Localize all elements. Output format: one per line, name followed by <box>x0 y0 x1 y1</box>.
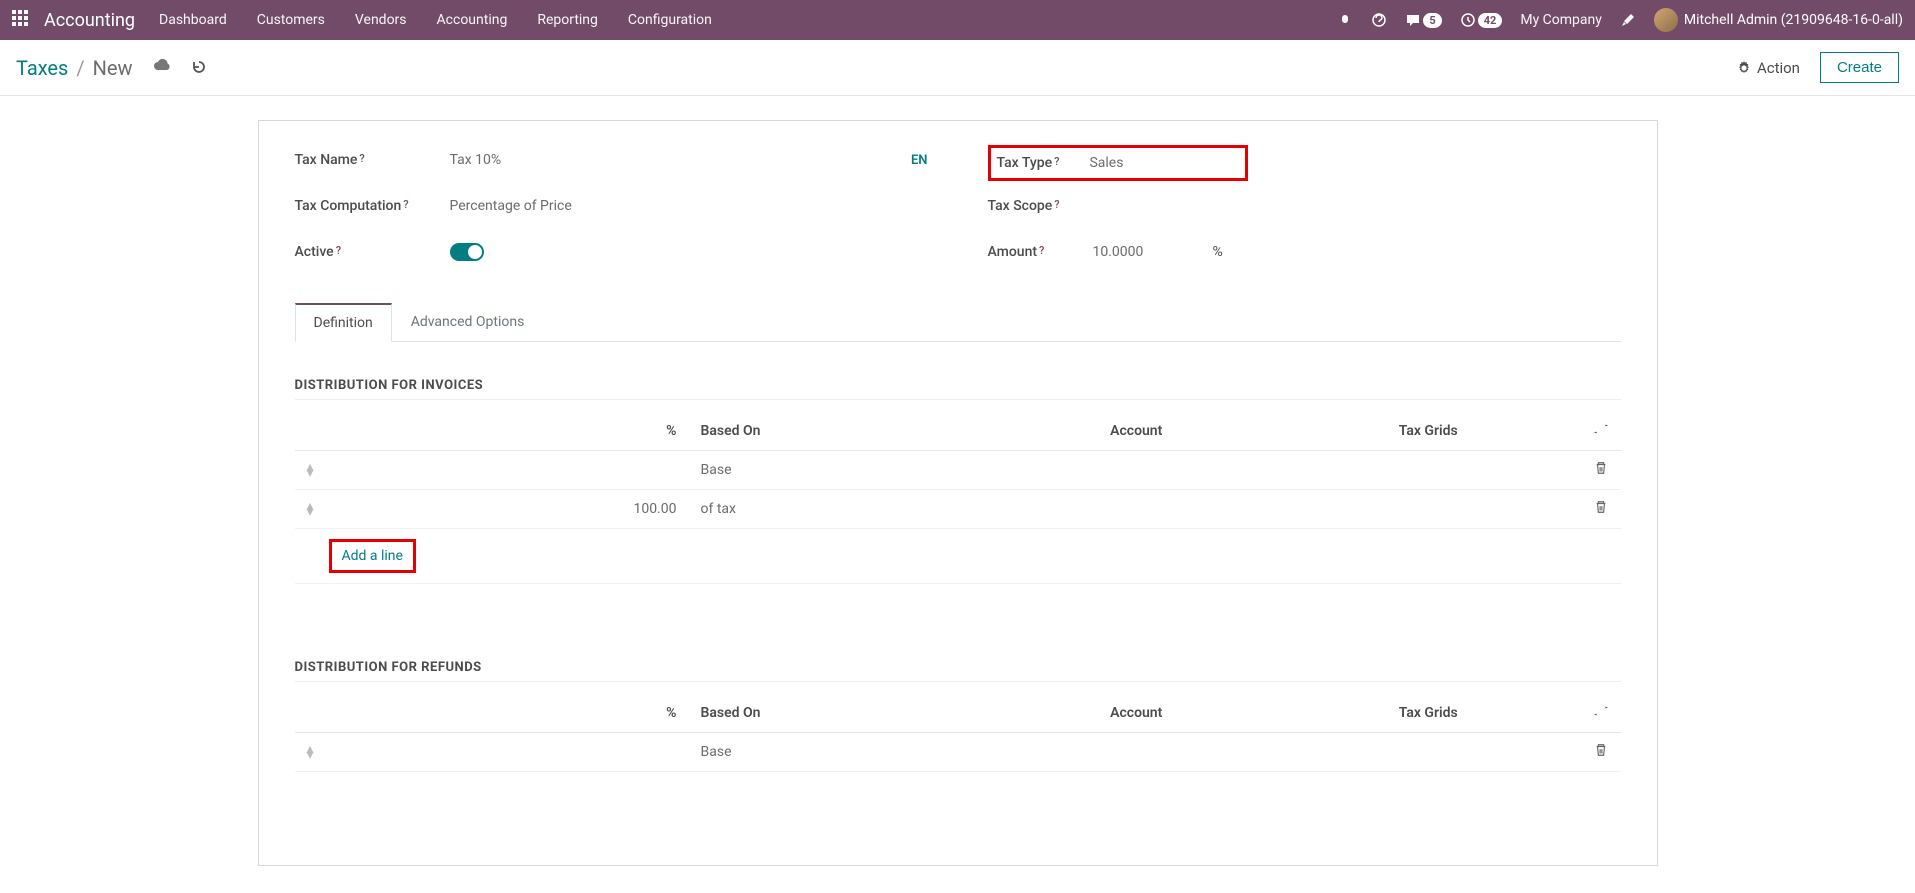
col-based-on[interactable]: Based On <box>689 694 997 733</box>
drag-handle-icon[interactable]: ▴▾ <box>307 746 317 758</box>
lang-button[interactable]: EN <box>911 153 928 168</box>
nav-menu: Dashboard Customers Vendors Accounting R… <box>159 12 712 28</box>
table-row[interactable]: ▴▾ 100.00 of tax <box>295 490 1621 529</box>
amount-unit: % <box>1213 244 1223 260</box>
messages-icon[interactable]: 5 <box>1405 12 1441 28</box>
main-navbar: Accounting Dashboard Customers Vendors A… <box>0 0 1915 40</box>
help-icon[interactable]: ? <box>336 244 341 257</box>
invoices-section-title: DISTRIBUTION FOR INVOICES <box>295 378 1621 400</box>
activities-icon[interactable]: 42 <box>1460 12 1503 28</box>
add-line-button[interactable]: Add a line <box>342 548 403 564</box>
tax-computation-field[interactable]: Percentage of Price <box>450 198 928 214</box>
col-account[interactable]: Account <box>996 694 1276 733</box>
create-button[interactable]: Create <box>1820 52 1899 83</box>
nav-configuration[interactable]: Configuration <box>628 12 712 28</box>
gear-icon <box>1737 61 1751 75</box>
cloud-unsaved-icon[interactable] <box>153 56 171 80</box>
activities-badge: 42 <box>1478 13 1503 28</box>
tools-icon[interactable] <box>1620 12 1636 28</box>
add-line-row: Add a line <box>295 529 1621 584</box>
control-panel: Taxes / New Action Create <box>0 40 1915 96</box>
brand-title[interactable]: Accounting <box>44 10 135 31</box>
avatar <box>1654 8 1678 32</box>
cell-based-on[interactable]: of tax <box>689 490 997 529</box>
nav-vendors[interactable]: Vendors <box>355 12 407 28</box>
tabs: Definition Advanced Options <box>295 303 1621 342</box>
refunds-table: % Based On Account Tax Grids ▴▾ Base <box>295 694 1621 772</box>
nav-reporting[interactable]: Reporting <box>537 12 598 28</box>
nav-right: 5 42 My Company Mitchell Admin (21909648… <box>1337 8 1903 32</box>
tax-computation-label: Tax Computation? <box>295 198 450 214</box>
active-toggle[interactable] <box>450 243 484 261</box>
columns-settings-icon[interactable] <box>1594 424 1608 440</box>
add-line-highlight: Add a line <box>329 539 416 573</box>
cell-based-on[interactable]: Base <box>689 733 997 772</box>
help-icon[interactable]: ? <box>1054 198 1059 211</box>
company-switcher[interactable]: My Company <box>1520 12 1602 28</box>
nav-customers[interactable]: Customers <box>257 12 325 28</box>
help-icon[interactable]: ? <box>1039 244 1044 257</box>
control-panel-right: Action Create <box>1737 52 1899 83</box>
tax-type-field[interactable]: Sales <box>1089 155 1238 171</box>
table-row[interactable]: ▴▾ Base <box>295 451 1621 490</box>
columns-settings-icon[interactable] <box>1594 706 1608 722</box>
action-button[interactable]: Action <box>1737 59 1800 77</box>
help-icon[interactable]: ? <box>1054 155 1059 168</box>
tax-type-label: Tax Type? <box>997 155 1060 171</box>
breadcrumb-separator: / <box>76 56 84 80</box>
tax-name-label: Tax Name? <box>295 152 450 168</box>
messages-badge: 5 <box>1423 13 1441 28</box>
cell-based-on[interactable]: Base <box>689 451 997 490</box>
nav-accounting[interactable]: Accounting <box>437 12 508 28</box>
col-percent[interactable]: % <box>329 412 689 451</box>
tax-type-highlight: Tax Type? Sales <box>988 145 1248 181</box>
delete-row-icon[interactable] <box>1594 463 1608 479</box>
user-name: Mitchell Admin (21909648-16-0-all) <box>1684 12 1903 28</box>
tax-name-field[interactable]: Tax 10% <box>450 152 911 168</box>
support-icon[interactable] <box>1371 12 1387 28</box>
col-account[interactable]: Account <box>996 412 1276 451</box>
invoices-table: % Based On Account Tax Grids ▴▾ Base <box>295 412 1621 584</box>
form-scroll-area[interactable]: Tax Name? Tax 10% EN Tax Computation? Pe… <box>0 96 1915 890</box>
help-icon[interactable]: ? <box>403 198 408 211</box>
form-sheet: Tax Name? Tax 10% EN Tax Computation? Pe… <box>258 120 1658 866</box>
active-label: Active? <box>295 244 450 260</box>
breadcrumb-root[interactable]: Taxes <box>16 56 68 80</box>
tax-scope-label: Tax Scope? <box>988 198 1093 214</box>
refunds-section-title: DISTRIBUTION FOR REFUNDS <box>295 660 1621 682</box>
cell-percent[interactable] <box>329 733 689 772</box>
amount-field[interactable]: 10.0000 <box>1093 244 1213 260</box>
bug-icon[interactable] <box>1337 12 1353 28</box>
delete-row-icon[interactable] <box>1594 745 1608 761</box>
col-tax-grids[interactable]: Tax Grids <box>1276 412 1581 451</box>
apps-icon[interactable] <box>12 10 32 30</box>
cell-percent[interactable]: 100.00 <box>329 490 689 529</box>
cell-percent[interactable] <box>329 451 689 490</box>
tab-definition[interactable]: Definition <box>295 303 392 342</box>
nav-dashboard[interactable]: Dashboard <box>159 12 227 28</box>
discard-icon[interactable] <box>191 56 207 80</box>
help-icon[interactable]: ? <box>359 152 364 165</box>
breadcrumb-current: New <box>93 56 133 80</box>
table-row[interactable]: ▴▾ Base <box>295 733 1621 772</box>
user-menu[interactable]: Mitchell Admin (21909648-16-0-all) <box>1654 8 1903 32</box>
tab-advanced[interactable]: Advanced Options <box>392 303 544 341</box>
delete-row-icon[interactable] <box>1594 502 1608 518</box>
col-percent[interactable]: % <box>329 694 689 733</box>
col-tax-grids[interactable]: Tax Grids <box>1276 694 1581 733</box>
amount-label: Amount? <box>988 244 1093 260</box>
drag-handle-icon[interactable]: ▴▾ <box>307 503 317 515</box>
col-based-on[interactable]: Based On <box>689 412 997 451</box>
drag-handle-icon[interactable]: ▴▾ <box>307 464 317 476</box>
breadcrumb: Taxes / New <box>16 56 207 80</box>
